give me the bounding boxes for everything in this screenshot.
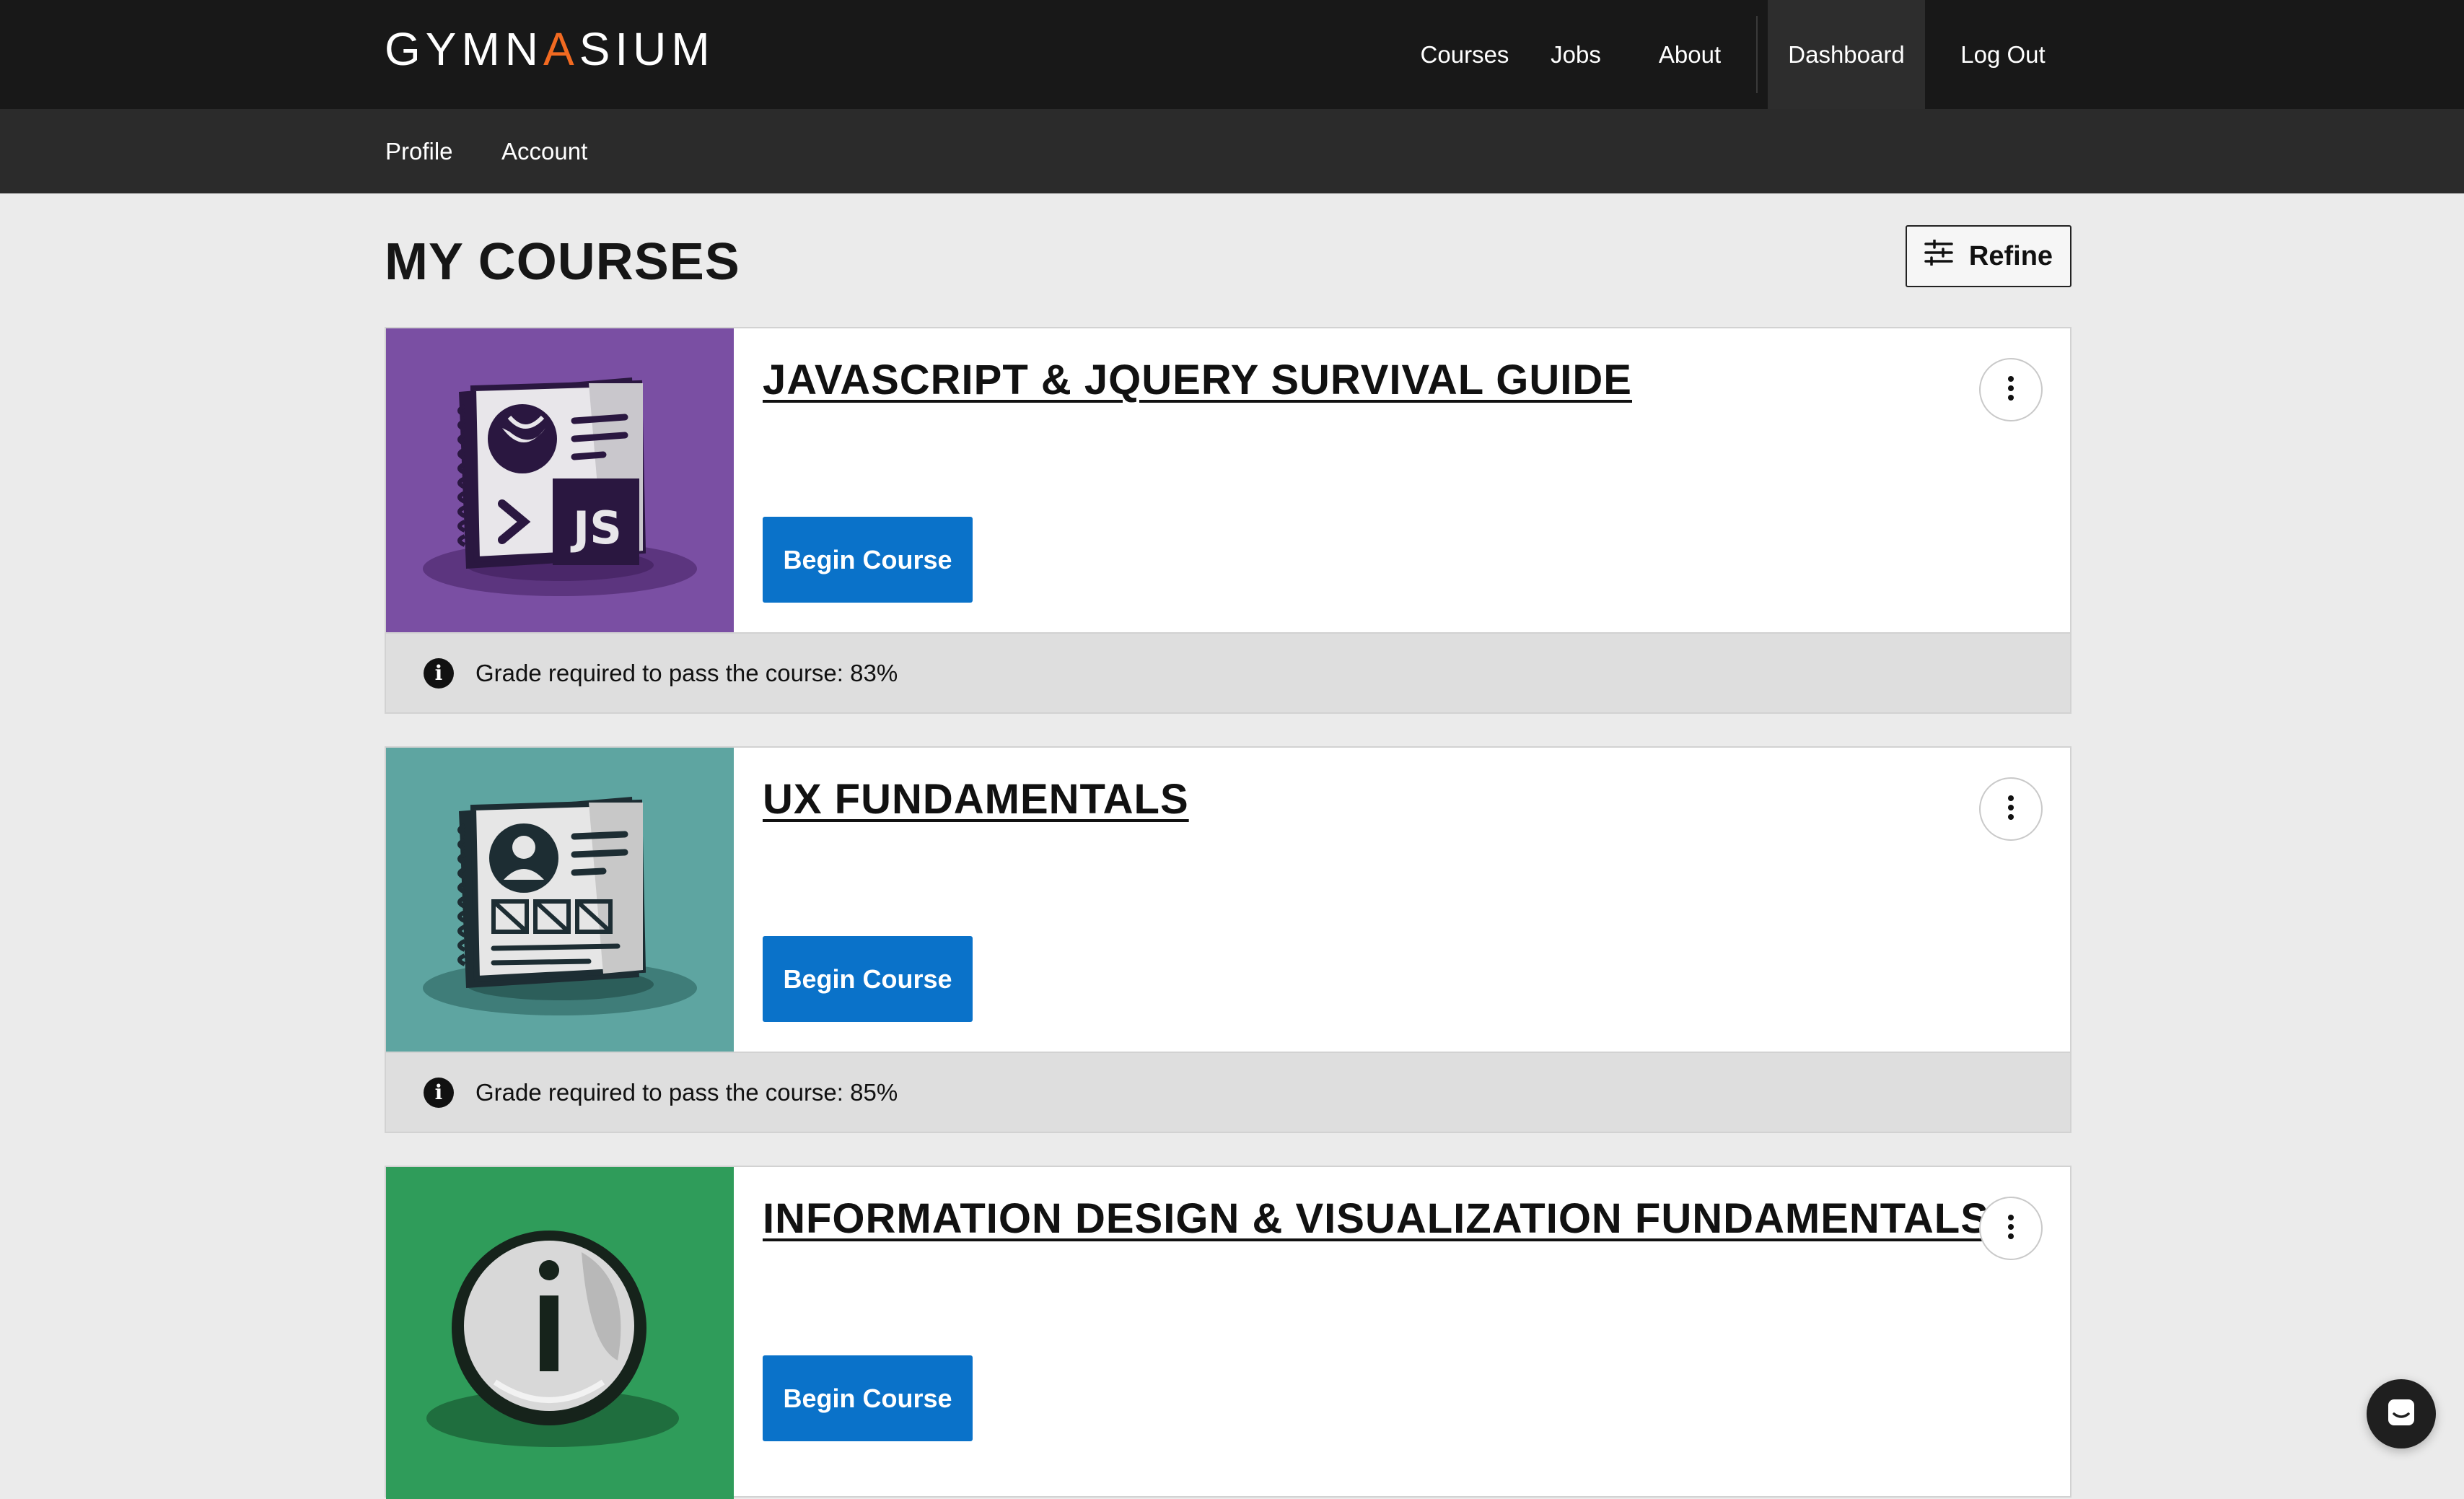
course-title-link[interactable]: INFORMATION DESIGN & VISUALIZATION FUNDA… bbox=[763, 1194, 1989, 1243]
grade-requirement-text: Grade required to pass the course: 83% bbox=[475, 659, 898, 686]
nav-divider bbox=[1756, 16, 1758, 93]
vertical-dots-icon bbox=[2007, 1214, 2014, 1243]
chat-launcher-button[interactable] bbox=[2367, 1379, 2436, 1448]
subnav-account[interactable]: Account bbox=[501, 109, 587, 193]
begin-course-button[interactable]: Begin Course bbox=[763, 1355, 973, 1441]
info-icon: i bbox=[424, 1077, 454, 1108]
grade-requirement-text: Grade required to pass the course: 85% bbox=[475, 1078, 898, 1106]
course-options-button[interactable] bbox=[1979, 358, 2043, 421]
info-icon: i bbox=[424, 657, 454, 689]
course-card: UX FUNDAMENTALS Begin Course i Grade req… bbox=[385, 746, 2071, 1133]
refine-button[interactable]: Refine bbox=[1906, 225, 2071, 287]
course-card: INFORMATION DESIGN & VISUALIZATION FUNDA… bbox=[385, 1166, 2071, 1499]
page-title: MY COURSES bbox=[385, 233, 740, 291]
vertical-dots-icon bbox=[2007, 375, 2014, 404]
course-card: JS JAVASCRIPT & JQUERY SURVIVAL GUIDE Be… bbox=[385, 327, 2071, 714]
subnav-profile[interactable]: Profile bbox=[385, 109, 453, 193]
nav-about[interactable]: About bbox=[1645, 0, 1735, 109]
js-notebook-icon: JS bbox=[408, 349, 711, 612]
course-title-link[interactable]: JAVASCRIPT & JQUERY SURVIVAL GUIDE bbox=[763, 356, 1632, 404]
course-thumbnail[interactable]: JS bbox=[386, 328, 734, 632]
nav-jobs[interactable]: Jobs bbox=[1538, 0, 1613, 109]
nav-dashboard[interactable]: Dashboard bbox=[1768, 0, 1925, 109]
course-title-link[interactable]: UX FUNDAMENTALS bbox=[763, 775, 1189, 823]
course-options-button[interactable] bbox=[1979, 777, 2043, 841]
nav-logout[interactable]: Log Out bbox=[1948, 0, 2058, 109]
svg-text:JS: JS bbox=[570, 502, 622, 554]
chat-icon bbox=[2385, 1397, 2417, 1432]
main-nav: Courses Jobs About Dashboard Log Out bbox=[0, 0, 2464, 109]
grade-requirement-bar: i Grade required to pass the course: 85% bbox=[386, 1052, 2070, 1132]
nav-courses[interactable]: Courses bbox=[1413, 0, 1517, 109]
top-navigation-bar: GYMN A SIUM Courses Jobs About Dashboard L… bbox=[0, 0, 2464, 109]
info-badge-icon bbox=[408, 1202, 711, 1465]
course-thumbnail[interactable] bbox=[386, 748, 734, 1052]
sub-navigation-bar: Profile Account bbox=[0, 109, 2464, 193]
course-thumbnail[interactable] bbox=[386, 1167, 734, 1499]
begin-course-button[interactable]: Begin Course bbox=[763, 936, 973, 1022]
refine-label: Refine bbox=[1968, 240, 2053, 271]
course-options-button[interactable] bbox=[1979, 1197, 2043, 1260]
begin-course-button[interactable]: Begin Course bbox=[763, 517, 973, 603]
ux-notebook-icon bbox=[408, 768, 711, 1031]
sliders-icon bbox=[1924, 239, 1953, 273]
vertical-dots-icon bbox=[2007, 795, 2014, 823]
grade-requirement-bar: i Grade required to pass the course: 83% bbox=[386, 632, 2070, 712]
